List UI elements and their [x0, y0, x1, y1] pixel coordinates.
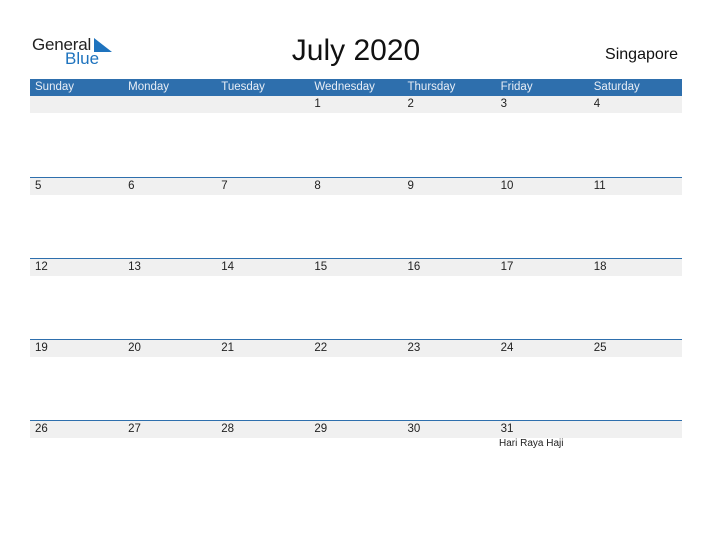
day-cell: 26: [35, 423, 48, 435]
holiday-label: Hari Raya Haji: [499, 438, 564, 449]
weekday-sunday: Sunday: [35, 81, 75, 93]
day-cell: 6: [128, 180, 135, 192]
day-cell: 31: [500, 423, 514, 435]
weekday-friday: Friday: [500, 81, 533, 93]
week-row-4: 19 20 21 22 23 24 25: [30, 339, 682, 357]
day-cell: [589, 421, 682, 438]
day-cell: 18: [593, 261, 607, 273]
day-cell: 19: [35, 342, 48, 354]
day-cell: 16: [407, 261, 421, 273]
week-row-2: 5 6 7 8 9 10 11: [30, 177, 682, 195]
day-cell: 11: [593, 180, 606, 192]
day-cell: 21: [221, 342, 235, 354]
day-cell: 25: [593, 342, 607, 354]
weekday-header: Sunday Monday Tuesday Wednesday Thursday…: [30, 79, 682, 96]
day-cell: 9: [407, 180, 414, 192]
day-cell: 8: [314, 180, 321, 192]
day-cell: 14: [221, 261, 235, 273]
day-cell: 22: [314, 342, 328, 354]
day-cell: [123, 96, 216, 113]
day-cell: 4: [593, 98, 601, 110]
day-cell: 24: [500, 342, 514, 354]
week-row-3: 12 13 14 15 16 17 18: [30, 258, 682, 276]
day-cell: 7: [221, 180, 228, 192]
day-cell: 29: [314, 423, 328, 435]
day-cell: 30: [407, 423, 421, 435]
day-cell: 3: [500, 98, 508, 110]
weekday-saturday: Saturday: [593, 81, 640, 93]
day-cell: [216, 96, 309, 113]
day-cell: 15: [314, 261, 328, 273]
weekday-monday: Monday: [128, 81, 170, 93]
day-cell: 20: [128, 342, 141, 354]
day-cell: 13: [128, 261, 141, 273]
day-cell: [30, 96, 123, 113]
country-label: Singapore: [605, 46, 678, 63]
day-cell: 1: [314, 98, 321, 110]
day-cell: 5: [35, 180, 42, 192]
day-cell: 12: [35, 261, 48, 273]
day-cell: 10: [500, 180, 514, 192]
day-cell: 2: [407, 98, 414, 110]
day-cell: 23: [407, 342, 421, 354]
week-row-5: 26 27 28 29 30 31: [30, 420, 682, 438]
day-cell: 17: [500, 261, 514, 273]
week-row-1: 1 2 3 4: [30, 96, 682, 113]
day-cell: 28: [221, 423, 235, 435]
day-cell: 27: [128, 423, 141, 435]
weekday-wednesday: Wednesday: [314, 81, 375, 93]
weekday-tuesday: Tuesday: [221, 81, 265, 93]
weekday-thursday: Thursday: [407, 81, 456, 93]
